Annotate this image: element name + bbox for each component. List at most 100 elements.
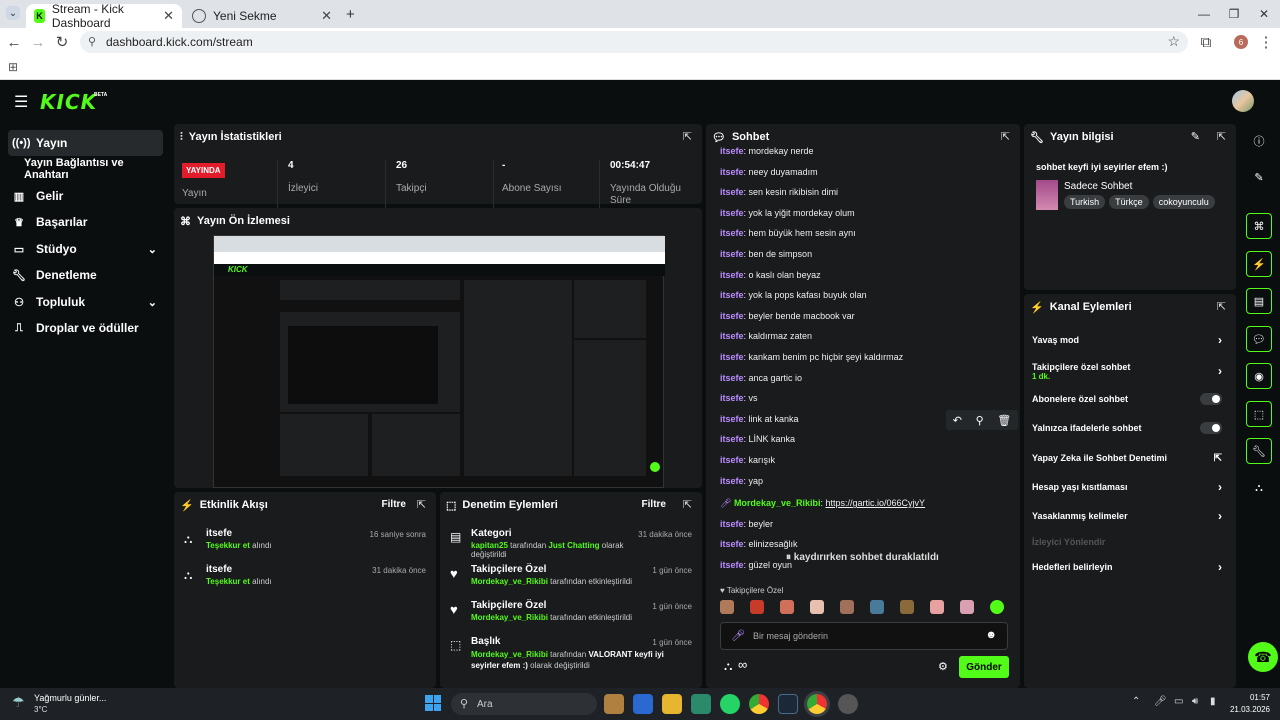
chat-message[interactable]: itsefe: anca gartic io bbox=[720, 373, 802, 387]
preview-toggle-icon[interactable]: ⌘ bbox=[1246, 213, 1272, 239]
chat-username[interactable]: itsefe bbox=[720, 228, 744, 238]
clipboard-icon[interactable]: ▤ bbox=[1246, 288, 1272, 314]
edit-icon[interactable]: ✎ bbox=[1191, 130, 1200, 143]
chat-username[interactable]: itsefe bbox=[720, 455, 744, 465]
tray-chevron-icon[interactable]: ⌃ bbox=[1132, 696, 1140, 707]
chat-message[interactable]: itsefe: neey duyamadım bbox=[720, 167, 818, 181]
support-icon[interactable]: ☎ bbox=[1248, 642, 1278, 672]
bolt-icon[interactable]: ⚡ bbox=[1246, 251, 1272, 277]
chat-username[interactable]: itsefe bbox=[720, 290, 744, 300]
emote-icon[interactable] bbox=[960, 600, 974, 614]
chat-message[interactable]: itsefe: beyler bende macbook var bbox=[720, 311, 855, 325]
file-explorer-icon[interactable] bbox=[662, 694, 682, 714]
chat-username[interactable]: Mordekay_ve_Rikibi bbox=[734, 498, 821, 508]
chat-message[interactable]: itsefe: LİNK kanka bbox=[720, 434, 795, 448]
whatsapp-icon[interactable] bbox=[720, 694, 740, 714]
weather-text[interactable]: Yağmurlu günler... bbox=[34, 693, 106, 703]
chat-username[interactable]: itsefe bbox=[720, 414, 744, 424]
taskbar-search[interactable]: ⚲ Ara bbox=[451, 693, 597, 715]
apps-grid-icon[interactable]: ⊞ bbox=[8, 60, 18, 74]
chat-message[interactable]: itsefe: yok la yiğit mordekay olum bbox=[720, 208, 855, 222]
sidebar-item-denetleme[interactable]: 🔧︎ Denetleme bbox=[8, 262, 163, 288]
infinity-icon[interactable]: ∞ bbox=[738, 657, 747, 672]
network-icon[interactable]: ▭ bbox=[1174, 696, 1183, 707]
moderation-toggle-icon[interactable]: ⬚ bbox=[1246, 401, 1272, 427]
emote-icon[interactable] bbox=[900, 600, 914, 614]
close-icon[interactable]: ✕ bbox=[163, 8, 174, 24]
popout-icon[interactable]: ⇱ bbox=[683, 130, 692, 143]
pin-icon[interactable]: ⚲ bbox=[976, 414, 984, 427]
emote-icon[interactable] bbox=[810, 600, 824, 614]
steam-icon[interactable] bbox=[778, 694, 798, 714]
tag[interactable]: Turkish bbox=[1064, 195, 1106, 209]
chat-message[interactable]: itsefe: sen kesin rikibisin dimi bbox=[720, 187, 838, 201]
popout-icon[interactable]: ⇱ bbox=[1001, 130, 1010, 143]
emote-icon[interactable] bbox=[840, 600, 854, 614]
chat-link[interactable]: https://gartic.io/066CyjvY bbox=[826, 498, 926, 508]
gear-icon[interactable]: ⚙ bbox=[938, 660, 948, 673]
close-icon[interactable]: ✕ bbox=[321, 8, 332, 24]
chat-username[interactable]: itsefe bbox=[720, 187, 744, 197]
emote-icon[interactable] bbox=[720, 600, 734, 614]
emoji-icon[interactable]: ☻ bbox=[985, 629, 997, 641]
chat-username[interactable]: itsefe bbox=[720, 539, 744, 549]
chat-message[interactable]: itsefe: güzel oyun bbox=[720, 560, 792, 574]
popout-icon[interactable]: ⇱ bbox=[1217, 130, 1226, 143]
account-age-row[interactable]: Hesap yaşı kısıtlaması › bbox=[1032, 477, 1222, 497]
sidebar-item-basarilar[interactable]: ♛ Başarılar bbox=[8, 209, 163, 235]
chrome-icon[interactable] bbox=[749, 694, 769, 714]
trash-icon[interactable]: 🗑︎ bbox=[997, 414, 1011, 427]
extensions-icon[interactable]: ⧉ bbox=[1196, 32, 1216, 52]
user-avatar[interactable] bbox=[1232, 90, 1254, 112]
chat-username[interactable]: itsefe bbox=[720, 167, 744, 177]
chat-message[interactable]: itsefe: hem büyük hem sesin aynı bbox=[720, 228, 856, 242]
new-tab-button[interactable]: + bbox=[346, 6, 355, 23]
battery-icon[interactable]: ▮ bbox=[1210, 696, 1216, 707]
start-button[interactable] bbox=[425, 695, 441, 711]
slow-mode-row[interactable]: Yavaş mod › bbox=[1032, 330, 1222, 350]
chat-toggle-icon[interactable]: 💬︎ bbox=[1246, 326, 1272, 352]
store-icon[interactable] bbox=[691, 694, 711, 714]
chat-username[interactable]: itsefe bbox=[720, 146, 744, 156]
chat-message[interactable]: itsefe: yap bbox=[720, 476, 763, 490]
wrench-icon[interactable]: 🔧︎ bbox=[1246, 438, 1272, 464]
emote-icon[interactable] bbox=[750, 600, 764, 614]
reload-icon[interactable]: ↻ bbox=[52, 32, 72, 52]
category-name[interactable]: Sadece Sohbet bbox=[1064, 181, 1132, 192]
emote-icon[interactable] bbox=[780, 600, 794, 614]
sidebar-item-stream-key[interactable]: Yayın Bağlantısı ve Anahtarı bbox=[20, 156, 170, 182]
chat-username[interactable]: itsefe bbox=[720, 208, 744, 218]
edit-icon[interactable]: ✎ bbox=[1246, 164, 1272, 190]
followers-only-row[interactable]: Takipçilere özel sohbet 1 dk. › bbox=[1032, 358, 1222, 384]
menu-kebab-icon[interactable]: ⋮ bbox=[1256, 32, 1276, 52]
chat-username[interactable]: itsefe bbox=[720, 373, 744, 383]
site-info-icon[interactable]: ⚲ bbox=[88, 35, 96, 48]
reply-icon[interactable]: ↶ bbox=[953, 414, 962, 427]
chat-username[interactable]: itsefe bbox=[720, 560, 744, 570]
browser-tab-new[interactable]: Yeni Sekme ✕ bbox=[184, 4, 340, 28]
maximize-button[interactable]: ❐ bbox=[1222, 4, 1246, 24]
filter-button[interactable]: Filtre bbox=[382, 499, 406, 510]
chat-username[interactable]: itsefe bbox=[720, 311, 744, 321]
chat-message[interactable]: itsefe: yok la pops kafası buyuk olan bbox=[720, 290, 867, 304]
chat-paused-notice[interactable]: ⏸ kaydırırken sohbet duraklatıldı bbox=[786, 552, 939, 563]
chat-username[interactable]: itsefe bbox=[720, 393, 744, 403]
broadcast-icon[interactable]: ◉ bbox=[1246, 363, 1272, 389]
kicks-icon[interactable]: ⛬ bbox=[724, 659, 732, 674]
chat-username[interactable]: itsefe bbox=[720, 270, 744, 280]
tab-search-icon[interactable]: ⌄ bbox=[6, 6, 20, 20]
chat-username[interactable]: itsefe bbox=[720, 249, 744, 259]
sidebar-item-topluluk[interactable]: ⚇ Topluluk ⌄ bbox=[8, 289, 163, 315]
hamburger-menu-icon[interactable]: ☰ bbox=[14, 92, 28, 112]
sidebar-item-yayin[interactable]: ((•)) Yayın bbox=[8, 130, 163, 156]
back-icon[interactable]: ← bbox=[4, 32, 24, 52]
emote-only-toggle[interactable] bbox=[1200, 422, 1222, 434]
tag[interactable]: cokoyunculu bbox=[1152, 195, 1215, 209]
clock-time[interactable]: 01:57 bbox=[1226, 693, 1270, 702]
outlook-icon[interactable] bbox=[633, 694, 653, 714]
game-app-icon[interactable] bbox=[604, 694, 624, 714]
chat-message[interactable]: itsefe: mordekay nerde bbox=[720, 146, 814, 156]
kicks-icon[interactable]: ⛬ bbox=[1246, 475, 1272, 501]
banned-words-row[interactable]: Yasaklanmış kelimeler › bbox=[1032, 506, 1222, 526]
chat-username[interactable]: itsefe bbox=[720, 519, 744, 529]
